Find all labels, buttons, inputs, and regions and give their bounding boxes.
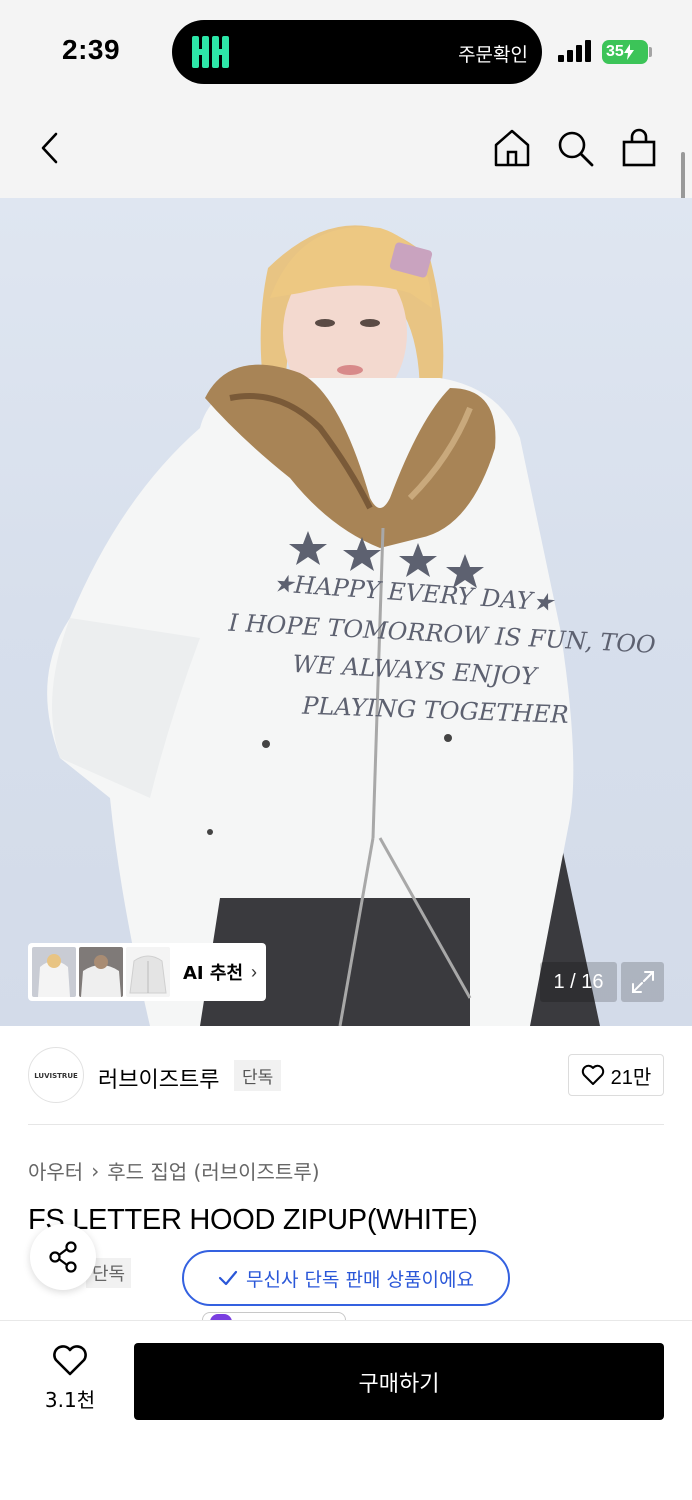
status-bar: 2:39 주문확인 35 [0, 0, 692, 100]
battery-level: 35 [606, 43, 624, 60]
battery-indicator: 35 [602, 40, 648, 64]
bottom-action-bar: 3.1천 구매하기 [0, 1320, 692, 1500]
live-activity-text: 주문확인 [458, 44, 528, 66]
brand-exclusive-tag: 단독 [234, 1060, 282, 1091]
buy-button[interactable]: 구매하기 [134, 1343, 664, 1420]
home-icon [494, 129, 530, 167]
share-button[interactable] [30, 1224, 96, 1290]
wishlist-count: 3.1천 [44, 1388, 96, 1412]
breadcrumb-category[interactable]: 아우터 [28, 1156, 83, 1185]
back-button[interactable] [28, 126, 72, 170]
brand-logo-mark: LUVISTRUE [34, 1072, 78, 1080]
chevron-left-icon [41, 132, 58, 164]
ai-recommend-label: AI 추천 [183, 963, 244, 984]
breadcrumb-subcategory[interactable]: 후드 집업 (러브이즈트루) [107, 1156, 319, 1185]
brand-name[interactable]: 러브이즈트루 [98, 1062, 219, 1094]
search-icon [558, 131, 594, 167]
brand-row: LUVISTRUE 러브이즈트루 단독 21만 [28, 1046, 664, 1104]
exclusive-notice-text: 무신사 단독 판매 상품이에요 [246, 1268, 474, 1291]
brand-logo[interactable]: LUVISTRUE [28, 1047, 84, 1103]
exclusive-notice-pill: 무신사 단독 판매 상품이에요 [182, 1250, 510, 1306]
signal-icon [558, 40, 591, 62]
thumbnail-1[interactable] [32, 947, 76, 997]
product-photo: ★HAPPY EVERY DAY★ I HOPE TOMORROW IS FUN… [47, 225, 657, 1026]
expand-button[interactable] [621, 962, 664, 1002]
top-nav-bar [0, 100, 692, 198]
expand-icon [631, 971, 654, 993]
charging-bolt-icon [623, 44, 634, 60]
thumbnail-3[interactable] [126, 947, 170, 997]
check-icon [218, 1270, 238, 1286]
search-button[interactable] [553, 126, 597, 170]
product-image-carousel[interactable]: ★HAPPY EVERY DAY★ I HOPE TOMORROW IS FUN… [0, 198, 692, 1026]
shopping-bag-icon [622, 128, 656, 167]
heart-icon [581, 1064, 604, 1085]
divider [28, 1124, 664, 1125]
wishlist-button[interactable]: 3.1천 [40, 1345, 100, 1413]
breadcrumb-separator-icon: › [91, 1158, 100, 1183]
dynamic-island[interactable]: 주문확인 [172, 20, 542, 84]
thumbnail-2[interactable] [79, 947, 123, 997]
svg-text:LUVISTRUE: LUVISTRUE [34, 1072, 78, 1080]
product-title: FS LETTER HOOD ZIPUP(WHITE) [28, 1204, 478, 1236]
battery-tip [649, 47, 652, 57]
brand-like-count: 21만 [610, 1066, 652, 1089]
image-pager: 1 / 16 [540, 962, 617, 1002]
home-button[interactable] [490, 126, 534, 170]
share-icon [49, 1241, 77, 1273]
app-logo-icon [192, 36, 229, 68]
cart-button[interactable] [617, 126, 661, 170]
brand-like-button[interactable]: 21만 [568, 1054, 664, 1096]
chevron-right-icon: › [251, 961, 258, 982]
breadcrumb: 아우터 › 후드 집업 (러브이즈트루) [28, 1156, 320, 1185]
heart-icon [53, 1345, 87, 1376]
ai-recommend-button[interactable]: AI 추천 › [28, 943, 266, 1001]
status-time: 2:39 [62, 34, 121, 65]
